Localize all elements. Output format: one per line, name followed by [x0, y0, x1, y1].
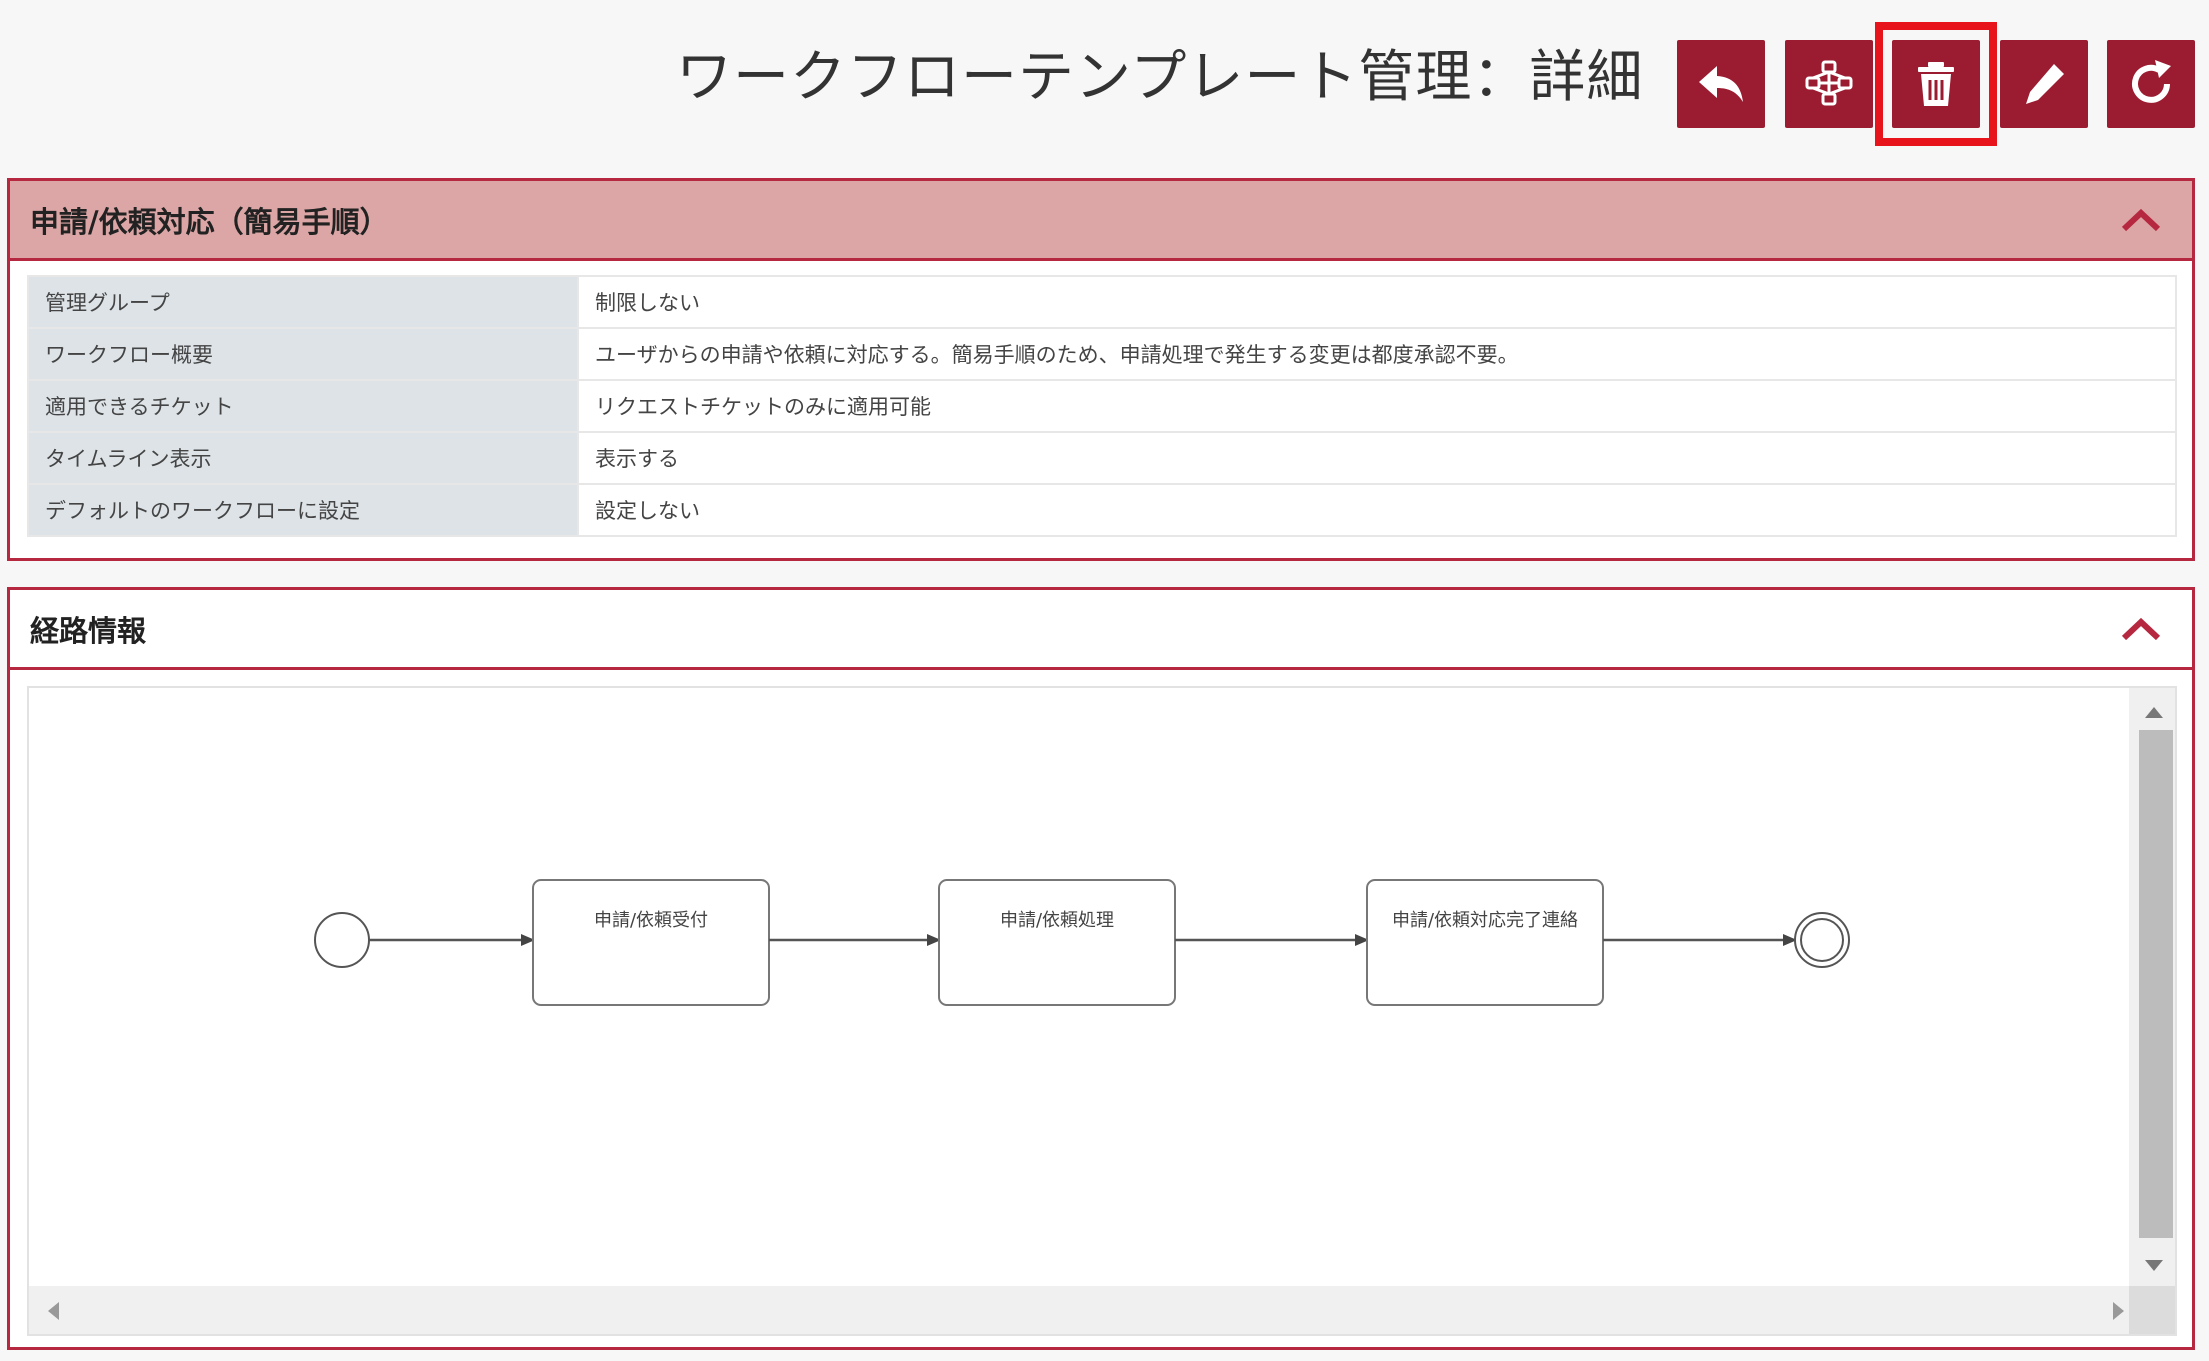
step-label-2: 申請/依頼処理	[1000, 910, 1114, 931]
row-value: 設定しない	[577, 483, 2177, 537]
horizontal-scrollbar[interactable]	[29, 1286, 2175, 1334]
step-label-1: 申請/依頼受付	[594, 910, 708, 931]
row-value: 表示する	[577, 431, 2177, 485]
table-row: 適用できるチケット リクエストチケットのみに適用可能	[27, 379, 2177, 433]
chevron-up-icon[interactable]	[2118, 612, 2164, 646]
scroll-right-icon[interactable]	[2111, 1300, 2127, 1322]
table-row: タイムライン表示 表示する	[27, 431, 2177, 485]
summary-panel-header[interactable]: 申請/依頼対応（簡易手順）	[10, 181, 2192, 261]
row-value: 制限しない	[577, 275, 2177, 329]
row-value: リクエストチケットのみに適用可能	[577, 379, 2177, 433]
refresh-icon	[2132, 60, 2171, 103]
step-node-1[interactable]	[532, 879, 770, 1006]
summary-table: 管理グループ 制限しない ワークフロー概要 ユーザからの申請や依頼に対応する。簡…	[27, 275, 2177, 537]
page-title: ワークフローテンプレート管理：詳細	[676, 45, 1644, 110]
table-row: ワークフロー概要 ユーザからの申請や依頼に対応する。簡易手順のため、申請処理で発…	[27, 327, 2177, 381]
start-node[interactable]	[314, 912, 370, 968]
scroll-corner	[2129, 1286, 2175, 1334]
chevron-up-icon[interactable]	[2118, 203, 2164, 237]
summary-panel: 申請/依頼対応（簡易手順） 管理グループ 制限しない ワークフロー概要 ユーザか…	[7, 178, 2195, 561]
summary-panel-title: 申請/依頼対応（簡易手順）	[30, 204, 389, 239]
row-label: ワークフロー概要	[27, 327, 579, 381]
row-label: 適用できるチケット	[27, 379, 579, 433]
workflow-graph: 申請/依頼受付 申請/依頼処理 申請/依頼対応完了連絡	[314, 879, 1850, 1006]
back-button[interactable]	[1677, 40, 1765, 128]
edit-button[interactable]	[2000, 40, 2088, 128]
row-value: ユーザからの申請や依頼に対応する。簡易手順のため、申請処理で発生する変更は都度承…	[577, 327, 2177, 381]
workflow-diagram[interactable]: 申請/依頼受付 申請/依頼処理 申請/依頼対応完了連絡	[27, 686, 2177, 1336]
row-label: 管理グループ	[27, 275, 579, 329]
refresh-button[interactable]	[2107, 40, 2195, 128]
scroll-up-icon[interactable]	[2143, 704, 2165, 720]
back-arrow-icon	[1699, 66, 1743, 102]
pencil-icon	[2026, 64, 2064, 104]
scroll-left-icon[interactable]	[45, 1300, 61, 1322]
table-row: 管理グループ 制限しない	[27, 275, 2177, 329]
table-row: デフォルトのワークフローに設定 設定しない	[27, 483, 2177, 537]
scroll-down-icon[interactable]	[2143, 1258, 2165, 1274]
vertical-scrollbar[interactable]	[2129, 688, 2175, 1286]
end-node-inner	[1800, 918, 1844, 962]
vertical-scroll-thumb[interactable]	[2139, 730, 2173, 1238]
step-label-3: 申請/依頼対応完了連絡	[1392, 910, 1578, 931]
step-node-2[interactable]	[938, 879, 1176, 1006]
row-label: デフォルトのワークフローに設定	[27, 483, 579, 537]
network-icon	[1805, 60, 1853, 106]
workflow-button[interactable]	[1785, 40, 1873, 128]
route-panel: 経路情報 申請/依頼受付 申請/依頼処理 申請/依頼対応完了連絡	[7, 587, 2195, 1350]
step-node-3[interactable]	[1366, 879, 1604, 1006]
route-panel-title: 経路情報	[30, 613, 147, 648]
route-panel-header[interactable]: 経路情報	[10, 590, 2192, 670]
row-label: タイムライン表示	[27, 431, 579, 485]
delete-button-highlight	[1875, 22, 1997, 146]
